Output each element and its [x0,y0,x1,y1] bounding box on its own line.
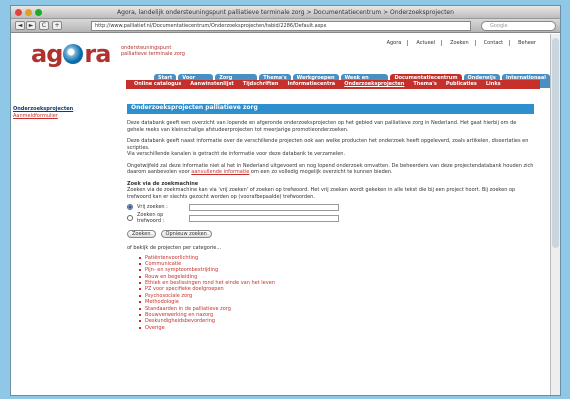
additional-info-link[interactable]: aanvullende informatie [191,169,249,175]
free-search-label: Vrij zoeken : [137,203,168,210]
vertical-scrollbar[interactable] [550,34,560,395]
main-content: Onderzoeksprojecten palliatieve zorg Dez… [127,104,534,331]
search-description: Zoeken via de zoekmachine kan via 'vrij … [127,187,516,200]
sidebar: Onderzoeksprojecten Aanmeldformulier [13,106,113,120]
collection-text: Via verschillende kanalen is getracht de… [127,151,346,157]
category-list: Patiëntenvoorlichting Communicatie Pijn-… [139,255,534,332]
scrollbar-thumb[interactable] [552,38,559,248]
sub-nav: Online catalogus Aanwinstenlijst Tijdsch… [126,80,540,89]
toplink-actueel[interactable]: Actueel [416,40,443,46]
keyword-search-radio[interactable] [127,215,133,221]
free-search-input[interactable] [189,203,339,211]
category-link[interactable]: Overige [139,325,534,331]
tagline-line-2: palliatieve terminale zorg [121,51,185,57]
agora-logo[interactable]: ag ra [31,40,111,68]
toplink-agora[interactable]: Agora [387,40,409,46]
intro-paragraph: Deze databank geeft een overzicht van lo… [127,120,517,133]
keyword-search-label: Zoeken op trefwoord : [137,211,165,225]
add-bookmark-button[interactable]: + [52,21,62,30]
logo-text-right: ra [84,40,111,68]
top-links: Agora Actueel Zoeken Contact Beheer [387,40,542,46]
logo-o-icon [63,44,84,64]
subnav-links[interactable]: Links [486,81,501,88]
browser-window: Agora, landelijk ondersteuningspunt pall… [10,5,561,396]
title-bar: Agora, landelijk ondersteuningspunt pall… [11,6,560,19]
logo-text-left: ag [31,40,63,68]
toplink-beheer[interactable]: Beheer [518,40,542,46]
subnav-aanwinstenlijst[interactable]: Aanwinstenlijst [190,81,234,88]
products-text: Deze databank geeft naast informatie ove… [127,138,529,151]
forward-button[interactable]: ► [26,21,36,30]
subnav-themas[interactable]: Thema's [413,81,436,88]
back-button[interactable]: ◄ [15,21,25,30]
window-title: Agora, landelijk ondersteuningspunt pall… [117,9,454,16]
reset-search-button[interactable]: Opnieuw zoeken [160,230,212,238]
free-search-row: Vrij zoeken : [127,203,534,211]
search-field[interactable]: Google [481,21,556,31]
subnav-publicaties[interactable]: Publicaties [446,81,477,88]
web-page: ag ra ondersteuningspunt palliatieve term… [11,34,550,395]
subnav-informatiecentra[interactable]: Informatiecentra [287,81,335,88]
refresh-button[interactable]: C [39,21,49,30]
subnav-onderzoeksprojecten[interactable]: Onderzoeksprojecten [344,81,404,88]
toplink-zoeken[interactable]: Zoeken [450,40,476,46]
category-intro: of bekijk de projecten per categorie... [127,245,222,251]
disclaimer-text-end: om een zo volledig mogelijk overzicht te… [250,169,393,175]
free-search-radio[interactable] [127,204,133,210]
keyword-search-row: Zoeken op trefwoord : [127,211,534,225]
sidebar-item-onderzoeksprojecten[interactable]: Onderzoeksprojecten [13,106,113,113]
keyword-search-input[interactable] [189,214,339,222]
disclaimer-paragraph: Ongetwijfeld zal deze informatie niet al… [127,163,534,176]
subnav-tijdschriften[interactable]: Tijdschriften [243,81,279,88]
toplink-contact[interactable]: Contact [484,40,511,46]
browser-toolbar: ◄ ► C + http://www.palliatief.nl/Documen… [11,19,560,33]
tagline: ondersteuningspunt palliatieve terminale… [121,45,185,57]
search-buttons: Zoeken Opnieuw zoeken [127,230,534,238]
products-paragraph: Deze databank geeft naast informatie ove… [127,138,534,158]
address-bar[interactable]: http://www.palliatief.nl/Documentatiecen… [91,21,471,31]
page-title: Onderzoeksprojecten palliatieve zorg [127,104,534,114]
subnav-online-catalogus[interactable]: Online catalogus [134,81,181,88]
sidebar-item-aanmeldformulier[interactable]: Aanmeldformulier [13,113,113,120]
search-button[interactable]: Zoeken [127,230,156,238]
